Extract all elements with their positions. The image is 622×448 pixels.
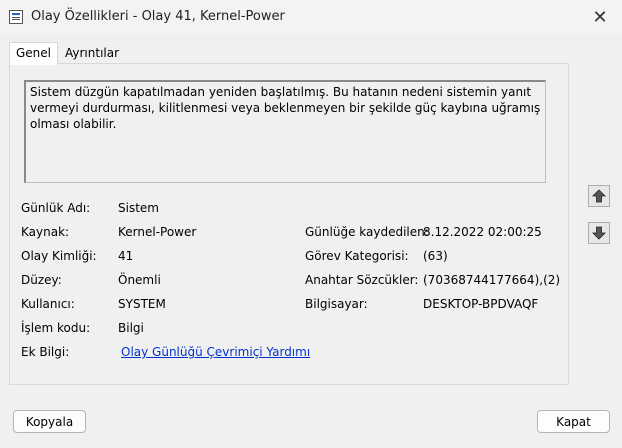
source-label: Kaynak: <box>21 225 70 239</box>
close-window-button[interactable]: ✕ <box>578 0 622 34</box>
tab-general[interactable]: Genel <box>9 42 59 65</box>
keywords-value: (70368744177664),(2) <box>423 273 561 287</box>
log-name-label: Günlük Adı: <box>21 201 91 215</box>
task-category-value: (63) <box>423 249 448 263</box>
logged-label: Günlüğe kaydedilen: <box>305 225 429 239</box>
tab-details[interactable]: Ayrıntılar <box>59 44 125 64</box>
previous-event-button[interactable] <box>588 185 610 207</box>
event-description[interactable]: Sistem düzgün kapatılmadan yeniden başla… <box>24 80 546 183</box>
logged-value: 8.12.2022 02:00:25 <box>423 225 542 239</box>
user-value: SYSTEM <box>118 297 166 311</box>
computer-label: Bilgisayar: <box>305 297 368 311</box>
event-id-value: 41 <box>118 249 134 263</box>
log-name-value: Sistem <box>118 201 159 215</box>
copy-button[interactable]: Kopyala <box>13 410 86 433</box>
computer-value: DESKTOP-BPDVAQF <box>423 297 539 311</box>
arrow-down-icon <box>592 226 606 240</box>
title-bar: Olay Özellikleri - Olay 41, Kernel-Power… <box>0 0 622 34</box>
opcode-value: Bilgi <box>118 321 144 335</box>
window-title: Olay Özellikleri - Olay 41, Kernel-Power <box>31 9 285 24</box>
level-value: Önemli <box>118 273 161 287</box>
event-properties-icon <box>9 10 23 24</box>
level-label: Düzey: <box>21 273 62 287</box>
arrow-up-icon <box>592 189 606 203</box>
opcode-label: İşlem kodu: <box>21 321 91 335</box>
event-id-label: Olay Kimliği: <box>21 249 97 263</box>
online-help-link[interactable]: Olay Günlüğü Çevrimiçi Yardımı <box>121 345 310 359</box>
user-label: Kullanıcı: <box>21 297 75 311</box>
task-category-label: Görev Kategorisi: <box>305 249 409 263</box>
next-event-button[interactable] <box>588 222 610 244</box>
more-info-label: Ek Bilgi: <box>21 345 70 359</box>
keywords-label: Anahtar Sözcükler: <box>305 273 419 287</box>
source-value: Kernel-Power <box>118 225 197 239</box>
close-button[interactable]: Kapat <box>537 410 610 433</box>
